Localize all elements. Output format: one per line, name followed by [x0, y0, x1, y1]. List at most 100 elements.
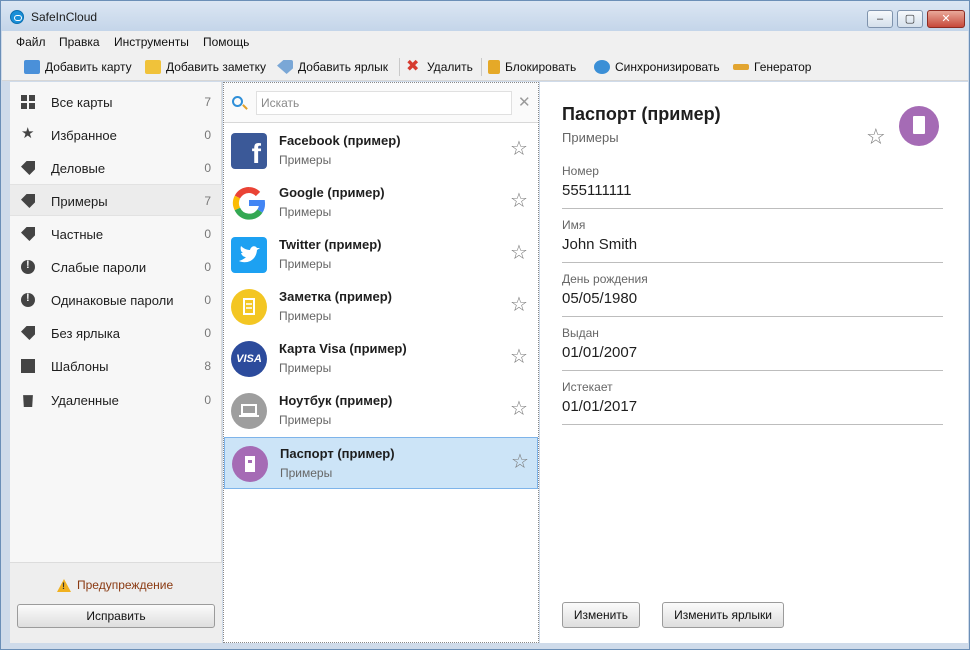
sidebar-item-label: Шаблоны [51, 359, 109, 374]
minimize-button[interactable]: – [867, 10, 893, 28]
sync-button[interactable]: Синхронизировать [594, 57, 720, 77]
close-button[interactable]: ✕ [927, 10, 965, 28]
facebook-logo: f [231, 133, 267, 169]
laptop-logo [231, 393, 267, 429]
lock-button[interactable]: Блокировать [488, 57, 576, 77]
field-value[interactable]: 555111111 [562, 182, 632, 199]
card-item-note[interactable]: Заметка (пример) Примеры ☆ [224, 281, 538, 333]
search-input[interactable] [256, 91, 512, 115]
field-value[interactable]: 05/05/1980 [562, 290, 637, 307]
favorite-star-icon[interactable]: ☆ [510, 345, 528, 369]
card-title: Twitter (пример) [279, 237, 382, 252]
clear-search-icon[interactable]: ✕ [518, 93, 531, 111]
warning-icon [57, 578, 71, 592]
menu-edit[interactable]: Правка [59, 35, 100, 49]
favorite-star-icon[interactable]: ☆ [510, 241, 528, 265]
tag-icon [21, 227, 35, 241]
card-subtitle: Примеры [279, 413, 332, 427]
warning-text: Предупреждение [77, 578, 174, 592]
sidebar-item-business[interactable]: Деловые 0 [10, 152, 222, 184]
sidebar-item-label: Одинаковые пароли [51, 293, 174, 308]
field-expires[interactable]: Истекает 01/01/2017 [562, 380, 943, 425]
sidebar-item-examples[interactable]: Примеры 7 [10, 184, 222, 216]
card-item-google[interactable]: Google (пример) Примеры ☆ [224, 177, 538, 229]
lock-icon [488, 60, 500, 74]
trash-icon [23, 395, 33, 407]
add-label-button[interactable]: Добавить ярлык [277, 57, 388, 77]
field-label: День рождения [562, 272, 648, 286]
field-name[interactable]: Имя John Smith [562, 218, 943, 263]
add-label-label: Добавить ярлык [298, 60, 389, 74]
add-card-button[interactable]: Добавить карту [24, 57, 132, 77]
card-detail-panel: Паспорт (пример) Примеры ☆ Номер 5551111… [540, 82, 968, 643]
sidebar-item-deleted[interactable]: Удаленные 0 [10, 384, 222, 416]
card-subtitle: Примеры [279, 257, 332, 271]
sidebar-item-templates[interactable]: Шаблоны 8 [10, 350, 222, 382]
fix-button[interactable]: Исправить [17, 604, 215, 628]
menu-file[interactable]: Файл [16, 35, 46, 49]
card-detail-title: Паспорт (пример) [562, 104, 721, 124]
card-item-passport[interactable]: Паспорт (пример) Примеры ☆ [224, 437, 538, 489]
key-icon [733, 64, 749, 70]
menu-bar: Файл Правка Инструменты Помощь [2, 31, 968, 53]
no-label-icon [21, 326, 35, 340]
sidebar-item-count: 0 [204, 326, 211, 340]
sidebar-item-label: Примеры [51, 194, 108, 209]
sidebar-item-duplicate-passwords[interactable]: Одинаковые пароли 0 [10, 284, 222, 316]
favorite-star-icon[interactable]: ☆ [511, 450, 529, 474]
card-title: Заметка (пример) [279, 289, 392, 304]
field-birthday[interactable]: День рождения 05/05/1980 [562, 272, 943, 317]
alert-icon [21, 292, 35, 307]
delete-icon: ✖ [406, 58, 420, 75]
field-label: Истекает [562, 380, 613, 394]
field-value[interactable]: 01/01/2007 [562, 344, 637, 361]
edit-button[interactable]: Изменить [562, 602, 640, 628]
edit-labels-button[interactable]: Изменить ярлыки [662, 602, 784, 628]
sidebar-item-all-cards[interactable]: Все карты 7 [10, 86, 222, 118]
favorite-star-icon[interactable]: ☆ [510, 189, 528, 213]
maximize-button[interactable]: ▢ [897, 10, 923, 28]
sidebar-item-label: Все карты [51, 95, 113, 110]
passport-icon [899, 106, 939, 146]
card-list-panel: ✕ f Facebook (пример) Примеры ☆ Google (… [223, 82, 539, 643]
field-label: Номер [562, 164, 599, 178]
menu-tools[interactable]: Инструменты [114, 35, 189, 49]
card-item-visa[interactable]: VISA Карта Visa (пример) Примеры ☆ [224, 333, 538, 385]
card-item-twitter[interactable]: Twitter (пример) Примеры ☆ [224, 229, 538, 281]
sidebar-item-count: 0 [204, 128, 211, 142]
sidebar-item-weak-passwords[interactable]: Слабые пароли 0 [10, 251, 222, 283]
sidebar: Все карты 7 ★ Избранное 0 Деловые 0 Прим… [10, 82, 222, 643]
field-value[interactable]: John Smith [562, 236, 637, 253]
sidebar-item-count: 7 [204, 194, 211, 208]
sidebar-item-count: 0 [204, 227, 211, 241]
delete-button[interactable]: ✖ Удалить [406, 57, 473, 77]
toolbar-separator [481, 58, 482, 76]
sidebar-footer: Предупреждение Исправить [10, 562, 222, 643]
favorite-star-icon[interactable]: ☆ [510, 137, 528, 161]
card-item-facebook[interactable]: f Facebook (пример) Примеры ☆ [224, 125, 538, 177]
sidebar-item-private[interactable]: Частные 0 [10, 218, 222, 250]
sidebar-item-label: Деловые [51, 161, 106, 176]
sidebar-item-count: 0 [204, 161, 211, 175]
card-item-laptop[interactable]: Ноутбук (пример) Примеры ☆ [224, 385, 538, 437]
sidebar-item-label: Без ярлыка [51, 326, 121, 341]
sidebar-item-favorites[interactable]: ★ Избранное 0 [10, 119, 222, 151]
search-icon [232, 96, 243, 107]
sidebar-item-label: Удаленные [51, 393, 119, 408]
tag-icon [21, 194, 35, 208]
search-bar: ✕ [224, 83, 538, 123]
favorite-star-icon[interactable]: ☆ [866, 124, 886, 150]
generator-button[interactable]: Генератор [733, 57, 811, 77]
passport-logo [232, 446, 268, 482]
field-issued[interactable]: Выдан 01/01/2007 [562, 326, 943, 371]
add-note-button[interactable]: Добавить заметку [145, 57, 266, 77]
menu-help[interactable]: Помощь [203, 35, 249, 49]
field-value[interactable]: 01/01/2017 [562, 398, 637, 415]
field-number[interactable]: Номер 555111111 [562, 164, 943, 209]
title-bar: SafeInCloud – ▢ ✕ [1, 1, 969, 31]
card-subtitle: Примеры [279, 361, 332, 375]
favorite-star-icon[interactable]: ☆ [510, 293, 528, 317]
twitter-logo [231, 237, 267, 273]
favorite-star-icon[interactable]: ☆ [510, 397, 528, 421]
sidebar-item-no-label[interactable]: Без ярлыка 0 [10, 317, 222, 349]
